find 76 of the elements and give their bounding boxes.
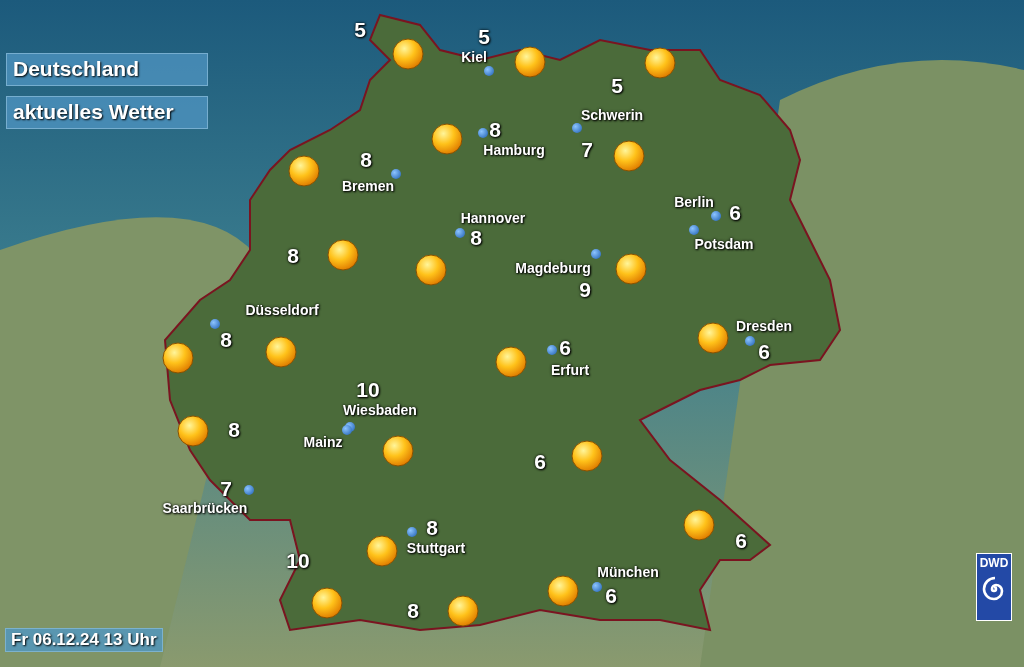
city-label: Erfurt <box>550 362 590 378</box>
location-dot-icon <box>478 128 488 138</box>
city-label: Kiel <box>461 49 487 65</box>
sun-icon <box>447 595 479 627</box>
sun-icon <box>392 38 424 70</box>
location-dot-icon <box>572 123 582 133</box>
temperature-label: 10 <box>286 549 310 573</box>
temperature-label: 9 <box>579 278 591 302</box>
sun-icon <box>514 46 546 78</box>
location-dot-icon <box>591 249 601 259</box>
city-label: Berlin <box>674 194 714 210</box>
temperature-label: 6 <box>559 336 571 360</box>
sun-icon <box>613 140 645 172</box>
city-label: Düsseldorf <box>245 302 319 318</box>
temperature-label: 8 <box>470 226 482 250</box>
temperature-label: 8 <box>228 418 240 442</box>
location-dot-icon <box>484 66 494 76</box>
city-label: Stuttgart <box>406 540 466 556</box>
location-dot-icon <box>592 582 602 592</box>
temperature-label: 6 <box>758 340 770 364</box>
map-subtitle: aktuelles Wetter <box>6 96 208 129</box>
temperature-label: 6 <box>534 450 546 474</box>
city-label: Mainz <box>303 434 343 450</box>
city-label: München <box>597 564 659 580</box>
sun-icon <box>311 587 343 619</box>
sun-icon <box>382 435 414 467</box>
sun-icon <box>265 336 297 368</box>
temperature-label: 8 <box>360 148 372 172</box>
sun-icon <box>547 575 579 607</box>
sun-icon <box>571 440 603 472</box>
sun-icon <box>288 155 320 187</box>
sun-icon <box>431 123 463 155</box>
city-label: Bremen <box>341 178 395 194</box>
map-title: Deutschland <box>6 53 208 86</box>
city-label: Schwerin <box>580 107 644 123</box>
temperature-label: 8 <box>407 599 419 623</box>
location-dot-icon <box>689 225 699 235</box>
temperature-label: 7 <box>220 477 232 501</box>
location-dot-icon <box>407 527 417 537</box>
sun-icon <box>644 47 676 79</box>
temperature-label: 5 <box>478 25 490 49</box>
temperature-label: 5 <box>611 74 623 98</box>
temperature-label: 6 <box>729 201 741 225</box>
location-dot-icon <box>391 169 401 179</box>
sun-icon <box>162 342 194 374</box>
sun-icon <box>177 415 209 447</box>
city-label: Potsdam <box>694 236 754 252</box>
sun-icon <box>366 535 398 567</box>
timestamp: Fr 06.12.24 13 Uhr <box>5 628 163 652</box>
temperature-label: 10 <box>356 378 380 402</box>
temperature-label: 7 <box>581 138 593 162</box>
temperature-label: 5 <box>354 18 366 42</box>
location-dot-icon <box>745 336 755 346</box>
temperature-label: 6 <box>735 529 747 553</box>
location-dot-icon <box>547 345 557 355</box>
temperature-label: 6 <box>605 584 617 608</box>
sun-icon <box>415 254 447 286</box>
city-label: Wiesbaden <box>343 402 417 418</box>
sun-icon <box>697 322 729 354</box>
city-label: Hannover <box>460 210 526 226</box>
sun-icon <box>495 346 527 378</box>
city-label: Dresden <box>736 318 792 334</box>
location-dot-icon <box>210 319 220 329</box>
location-dot-icon <box>711 211 721 221</box>
city-label: Hamburg <box>483 142 545 158</box>
city-label: Magdeburg <box>515 260 591 276</box>
location-dot-icon <box>455 228 465 238</box>
temperature-label: 8 <box>220 328 232 352</box>
temperature-label: 8 <box>287 244 299 268</box>
sun-icon <box>683 509 715 541</box>
location-dot-icon <box>244 485 254 495</box>
logo-text: DWD <box>979 556 1009 570</box>
temperature-label: 8 <box>426 516 438 540</box>
temperature-label: 8 <box>489 118 501 142</box>
sun-icon <box>327 239 359 271</box>
sun-icon <box>615 253 647 285</box>
